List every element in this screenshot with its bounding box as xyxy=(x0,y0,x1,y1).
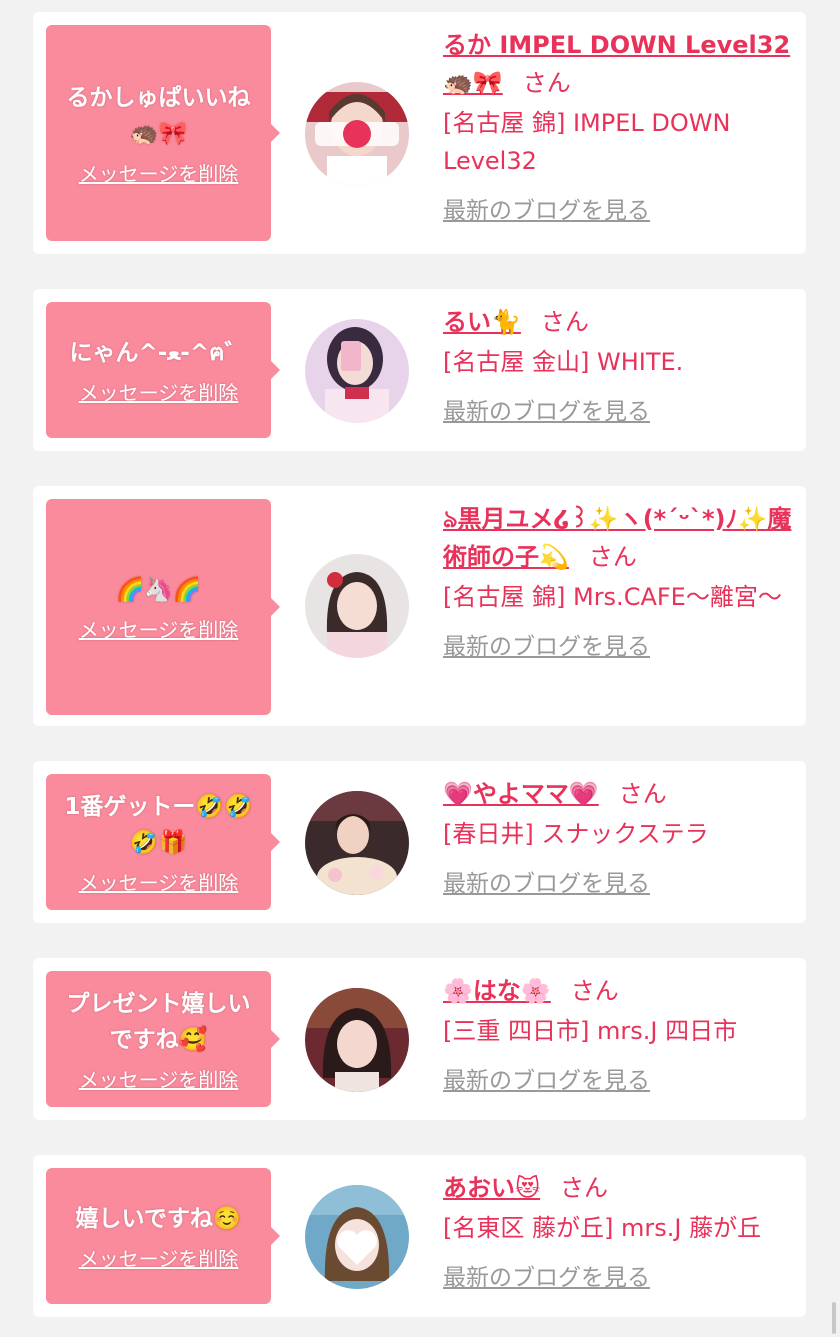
message-card: プレゼント嬉しいですね🥰 メッセージを削除 🌸はな🌸 さん [三重 四日市] mr… xyxy=(33,958,806,1120)
avatar-photo xyxy=(305,82,409,186)
message-bubble: 1番ゲットー🤣🤣🤣🎁 メッセージを削除 xyxy=(46,774,280,910)
message-bubble: 嬉しいですね☺️ メッセージを削除 xyxy=(46,1168,280,1304)
message-text: プレゼント嬉しいですね🥰 xyxy=(66,990,251,1053)
delete-message-link[interactable]: メッセージを削除 xyxy=(79,377,239,406)
avatar-photo xyxy=(305,319,409,423)
sender-name-link[interactable]: あおい😻 xyxy=(443,1174,540,1202)
avatar[interactable] xyxy=(305,82,409,186)
message-card: 1番ゲットー🤣🤣🤣🎁 メッセージを削除 💗やよママ💗 さん [春日井] スナックス… xyxy=(33,761,806,923)
san-suffix: さん xyxy=(540,308,589,336)
latest-blog-link[interactable]: 最新のブログを見る xyxy=(443,1259,650,1297)
avatar-photo xyxy=(305,988,409,1092)
sender-info: ঌ黒月ユメ໒꒱✨ヽ(*ˊᵕˋ*)ﾉ✨魔術師の子💫 さん [名古屋 錦] Mrs.C… xyxy=(443,500,792,666)
avatar[interactable] xyxy=(305,319,409,423)
sender-name-link[interactable]: 🌸はな🌸 xyxy=(443,977,551,1005)
message-card: にゃん^-ﻌ-^ฅ゛ メッセージを削除 るい🐈 さん [名古屋 金山] WHITE… xyxy=(33,289,806,451)
delete-message-link[interactable]: メッセージを削除 xyxy=(79,614,239,643)
message-text: るかしゅぱいいね🦔🎀 xyxy=(66,84,251,147)
avatar[interactable] xyxy=(305,791,409,895)
avatar-photo xyxy=(305,554,409,658)
shop-label: [三重 四日市] mrs.J 四日市 xyxy=(443,1017,738,1045)
shop-label: [名古屋 錦] IMPEL DOWN Level32 xyxy=(443,109,731,175)
sender-name-link[interactable]: るか IMPEL DOWN Level32🦔🎀 xyxy=(443,31,790,97)
san-suffix: さん xyxy=(618,780,667,808)
san-suffix: さん xyxy=(570,977,619,1005)
avatar[interactable] xyxy=(305,554,409,658)
avatar-photo xyxy=(305,791,409,895)
message-card: 嬉しいですね☺️ メッセージを削除 あおい😻 さん [名東区 藤が丘] mrs.J… xyxy=(33,1155,806,1317)
avatar-photo xyxy=(305,1185,409,1289)
shop-label: [名古屋 錦] Mrs.CAFE〜離宮〜 xyxy=(443,583,782,611)
message-card: 🌈🦄🌈 メッセージを削除 ঌ黒月ユメ໒꒱✨ヽ(*ˊᵕˋ*)ﾉ✨魔術師の子💫 さん … xyxy=(33,486,806,726)
san-suffix: さん xyxy=(522,69,571,97)
san-suffix: さん xyxy=(560,1174,609,1202)
message-bubble: るかしゅぱいいね🦔🎀 メッセージを削除 xyxy=(46,25,280,241)
message-text: 嬉しいですね☺️ xyxy=(75,1205,242,1232)
delete-message-link[interactable]: メッセージを削除 xyxy=(79,1243,239,1272)
avatar[interactable] xyxy=(305,988,409,1092)
message-text: 🌈🦄🌈 xyxy=(115,576,202,603)
avatar[interactable] xyxy=(305,1185,409,1289)
latest-blog-link[interactable]: 最新のブログを見る xyxy=(443,393,650,431)
sender-info: るか IMPEL DOWN Level32🦔🎀 さん [名古屋 錦] IMPEL … xyxy=(443,26,792,230)
message-bubble: にゃん^-ﻌ-^ฅ゛ メッセージを削除 xyxy=(46,302,280,438)
delete-message-link[interactable]: メッセージを削除 xyxy=(79,158,239,187)
sender-name-link[interactable]: るい🐈 xyxy=(443,308,521,336)
shop-label: [名東区 藤が丘] mrs.J 藤が丘 xyxy=(443,1214,762,1242)
shop-label: [春日井] スナックステラ xyxy=(443,820,709,848)
message-bubble: プレゼント嬉しいですね🥰 メッセージを削除 xyxy=(46,971,280,1107)
message-card: るかしゅぱいいね🦔🎀 メッセージを削除 るか IMPEL DOWN Level3… xyxy=(33,12,806,254)
sender-info: 🌸はな🌸 さん [三重 四日市] mrs.J 四日市 最新のブログを見る xyxy=(443,972,792,1100)
san-suffix: さん xyxy=(588,543,637,571)
latest-blog-link[interactable]: 最新のブログを見る xyxy=(443,865,650,903)
shop-label: [名古屋 金山] WHITE. xyxy=(443,348,684,376)
delete-message-link[interactable]: メッセージを削除 xyxy=(79,867,239,896)
scrollbar[interactable] xyxy=(832,1302,836,1334)
message-bubble: 🌈🦄🌈 メッセージを削除 xyxy=(46,499,280,715)
latest-blog-link[interactable]: 最新のブログを見る xyxy=(443,192,650,230)
delete-message-link[interactable]: メッセージを削除 xyxy=(79,1064,239,1093)
sender-info: るい🐈 さん [名古屋 金山] WHITE. 最新のブログを見る xyxy=(443,303,792,431)
message-text: にゃん^-ﻌ-^ฅ゛ xyxy=(69,339,248,366)
latest-blog-link[interactable]: 最新のブログを見る xyxy=(443,628,650,666)
sender-info: 💗やよママ💗 さん [春日井] スナックステラ 最新のブログを見る xyxy=(443,775,792,903)
message-text: 1番ゲットー🤣🤣🤣🎁 xyxy=(64,793,253,856)
sender-name-link[interactable]: 💗やよママ💗 xyxy=(443,780,599,808)
sender-info: あおい😻 さん [名東区 藤が丘] mrs.J 藤が丘 最新のブログを見る xyxy=(443,1169,792,1297)
latest-blog-link[interactable]: 最新のブログを見る xyxy=(443,1062,650,1100)
